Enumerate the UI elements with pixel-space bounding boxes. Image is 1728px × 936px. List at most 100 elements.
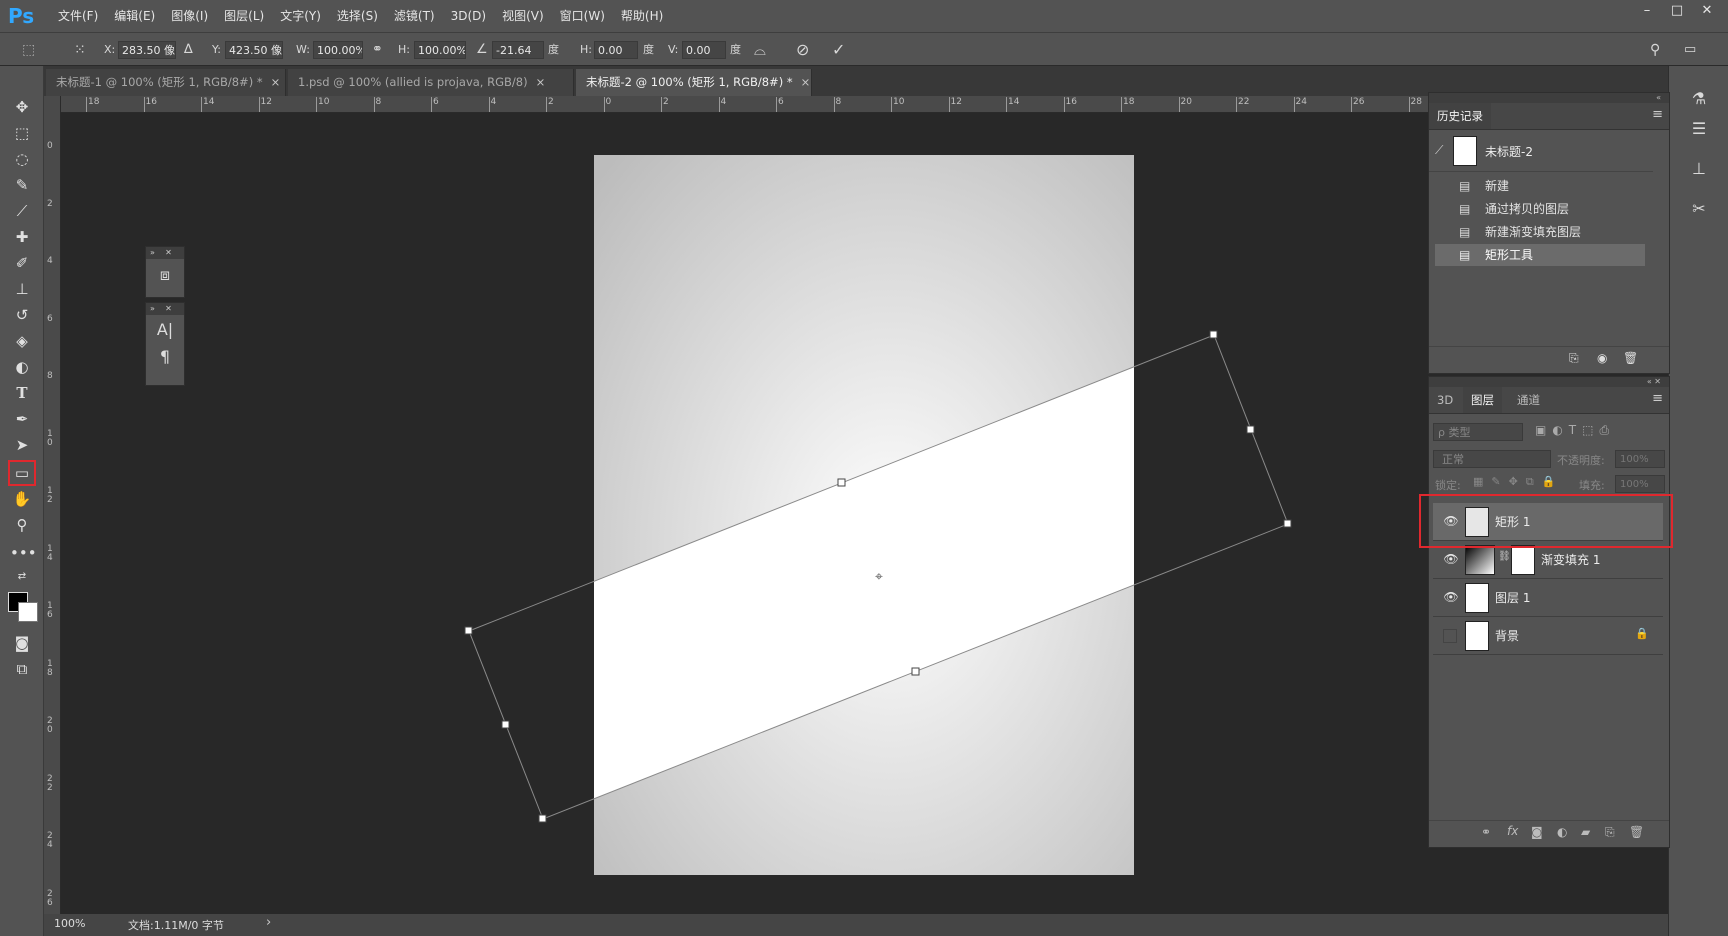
layer-name[interactable]: 图层 1 [1495, 589, 1530, 606]
brush-tool-icon[interactable]: ✐ [10, 252, 34, 274]
cancel-transform-icon[interactable]: ⊘ [796, 40, 809, 60]
status-menu-arrow[interactable]: › [266, 915, 271, 930]
swap-colors-icon[interactable]: ⇄ [10, 566, 34, 588]
warp-mode-icon[interactable]: ⌓ [754, 40, 766, 60]
tab-history[interactable]: 历史记录 [1429, 103, 1491, 129]
3d-cube-icon[interactable]: ⧈ [146, 259, 184, 291]
transform-handle[interactable] [538, 814, 547, 823]
reference-point-icon[interactable]: ⁙ [74, 40, 86, 60]
zoom-tool-icon[interactable]: ⚲ [10, 514, 34, 536]
eye-icon[interactable]: 👁 [1443, 551, 1459, 567]
menu-3d[interactable]: 3D(D) [443, 0, 494, 32]
link-layers-icon[interactable]: ⚭ [1481, 825, 1491, 839]
stamp-tool-icon[interactable]: ⊥ [10, 278, 34, 300]
angle-field[interactable]: -21.64 [492, 41, 544, 59]
eye-icon[interactable]: 👁 [1443, 589, 1459, 605]
new-document-from-state-icon[interactable]: ⎘ [1569, 351, 1579, 366]
history-brush-icon[interactable]: ⟋ [1435, 143, 1443, 158]
panel-menu-icon[interactable]: ≡ [1652, 107, 1663, 122]
quick-select-tool-icon[interactable]: ✎ [10, 174, 34, 196]
history-snapshot[interactable]: ⟋ 未标题-2 [1429, 131, 1653, 172]
character-panel-icon[interactable]: A| [146, 315, 184, 345]
healing-brush-tool-icon[interactable]: ✚ [10, 226, 34, 248]
close-icon[interactable]: × [536, 75, 546, 89]
y-field[interactable]: 423.50 像素 [225, 41, 283, 59]
transform-handle[interactable] [464, 626, 473, 635]
close-window-button[interactable]: ✕ [1692, 0, 1722, 22]
new-layer-icon[interactable]: ⎘ [1605, 825, 1615, 840]
tab-channels[interactable]: 通道 [1509, 387, 1548, 413]
more-tools-icon[interactable]: ••• [10, 542, 37, 564]
layer-filter-select[interactable]: ρ 类型 [1433, 423, 1523, 441]
add-mask-icon[interactable]: ◙ [1531, 825, 1543, 839]
tool-presets-icon[interactable]: ✂ [1685, 196, 1713, 222]
pen-tool-icon[interactable]: ✒ [10, 408, 34, 430]
properties-icon[interactable]: ☰ [1685, 116, 1713, 142]
tab-layers[interactable]: 图层 [1463, 387, 1502, 413]
history-item[interactable]: ▤ 新建 [1435, 175, 1645, 197]
transform-handle[interactable] [501, 720, 510, 729]
rectangle-tool-icon[interactable]: ▭ [8, 460, 36, 486]
menu-view[interactable]: 视图(V) [494, 0, 552, 32]
visibility-toggle[interactable] [1443, 629, 1457, 643]
relative-position-icon[interactable]: ∆ [184, 40, 193, 60]
panel-collapse-bar[interactable]: « [1429, 93, 1669, 103]
layer-filter-icons[interactable]: ▣◐T⬚⎙ [1535, 423, 1615, 438]
zoom-level[interactable]: 100% [54, 917, 85, 930]
reference-point-icon[interactable]: ⌖ [875, 569, 883, 585]
commit-transform-icon[interactable]: ✓ [832, 40, 845, 60]
layer-name[interactable]: 背景 [1495, 627, 1519, 644]
tab-untitled-2[interactable]: 未标题-2 @ 100% (矩形 1, RGB/8#) * × [576, 69, 812, 96]
maximize-button[interactable]: □ [1662, 0, 1692, 22]
layer-row-layer-1[interactable]: 👁 图层 1 [1433, 579, 1663, 617]
opacity-field[interactable]: 100% [1615, 450, 1665, 468]
gradient-tool-icon[interactable]: ◐ [10, 356, 34, 378]
menu-layer[interactable]: 图层(L) [216, 0, 272, 32]
adjustment-layer-icon[interactable]: ◐ [1557, 825, 1567, 839]
screen-mode-icon[interactable]: ⧉ [10, 658, 34, 680]
mini-panel-header[interactable]: » ✕ [146, 303, 184, 315]
marquee-tool-icon[interactable]: ⬚ [10, 122, 34, 144]
hand-tool-icon[interactable]: ✋ [10, 488, 34, 510]
menu-edit[interactable]: 编辑(E) [106, 0, 163, 32]
eyedropper-tool-icon[interactable]: ⟋ [10, 200, 34, 222]
transform-handle[interactable] [837, 478, 846, 487]
close-icon[interactable]: × [801, 75, 811, 89]
mini-panel-header[interactable]: » ✕ [146, 247, 184, 259]
type-tool-icon[interactable]: T [10, 382, 34, 404]
transform-tool-icon[interactable]: ⬚ [22, 40, 35, 60]
panel-collapse-bar[interactable]: « ✕ [1429, 377, 1669, 387]
panel-menu-icon[interactable]: ≡ [1652, 391, 1663, 406]
close-icon[interactable]: × [271, 75, 281, 89]
hskew-field[interactable]: 0.00 [594, 41, 638, 59]
search-icon[interactable]: ⚲ [1650, 40, 1660, 60]
adjust-icon[interactable]: ⚗ [1685, 86, 1713, 112]
tab-3d[interactable]: 3D [1429, 387, 1461, 413]
menu-type[interactable]: 文字(Y) [272, 0, 329, 32]
delete-layer-icon[interactable]: 🗑 [1629, 825, 1644, 839]
quick-mask-icon[interactable]: ◙ [10, 632, 34, 654]
path-select-tool-icon[interactable]: ➤ [10, 434, 34, 456]
paragraph-panel-icon[interactable]: ¶ [146, 345, 184, 369]
new-snapshot-icon[interactable]: ◉ [1597, 351, 1607, 365]
minimize-button[interactable]: – [1632, 0, 1662, 22]
menu-window[interactable]: 窗口(W) [552, 0, 613, 32]
history-item[interactable]: ▤ 通过拷贝的图层 [1435, 198, 1645, 220]
menu-image[interactable]: 图像(I) [163, 0, 216, 32]
history-item[interactable]: ▤ 新建渐变填充图层 [1435, 221, 1645, 243]
menu-select[interactable]: 选择(S) [329, 0, 386, 32]
eraser-tool-icon[interactable]: ◈ [10, 330, 34, 352]
menu-help[interactable]: 帮助(H) [613, 0, 671, 32]
lasso-tool-icon[interactable]: ◌ [10, 148, 34, 170]
new-group-icon[interactable]: ▰ [1581, 825, 1590, 839]
vskew-field[interactable]: 0.00 [682, 41, 726, 59]
fx-icon[interactable]: fx [1507, 824, 1518, 838]
move-tool-icon[interactable]: ✥ [10, 96, 34, 118]
menu-filter[interactable]: 滤镜(T) [386, 0, 443, 32]
transform-handle[interactable] [1209, 330, 1218, 339]
transform-handle[interactable] [1283, 519, 1292, 528]
history-item-active[interactable]: ▤ 矩形工具 [1435, 244, 1645, 266]
height-field[interactable]: 100.00% [414, 41, 466, 59]
layer-row-background[interactable]: 背景 🔒 [1433, 617, 1663, 655]
tab-1-psd[interactable]: 1.psd @ 100% (allied is projava, RGB/8) × [288, 69, 574, 96]
